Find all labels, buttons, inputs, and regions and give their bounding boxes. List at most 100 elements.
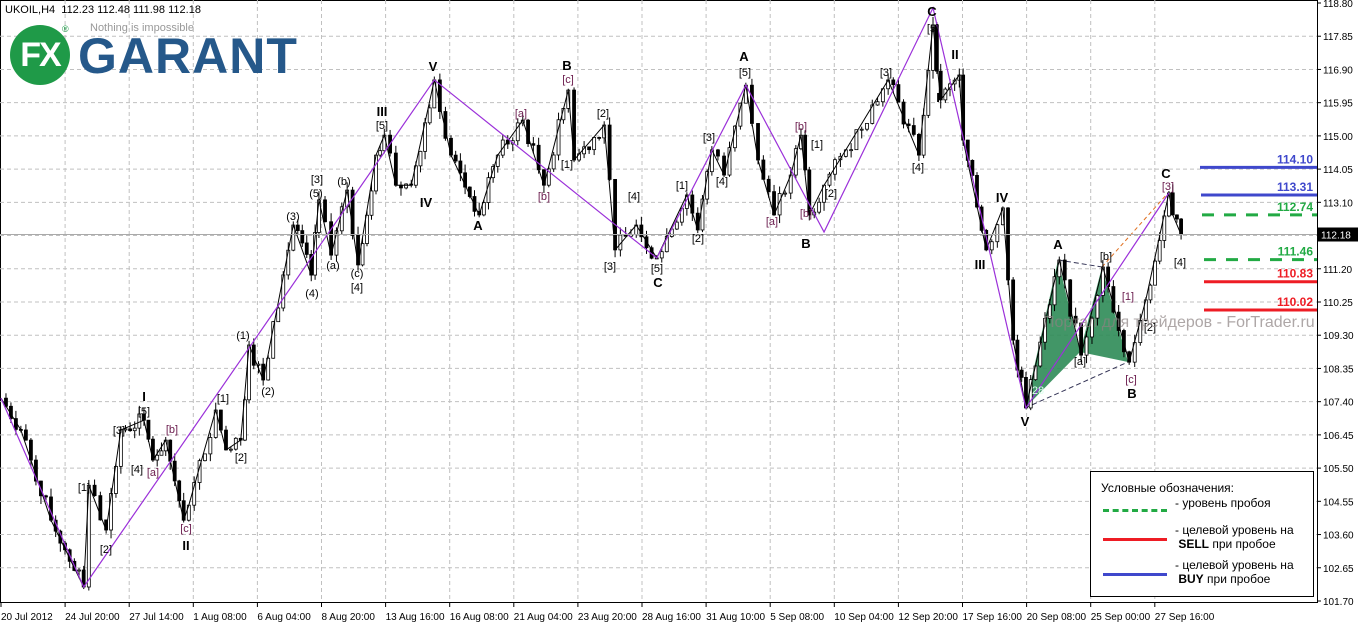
candle-body — [44, 495, 48, 498]
candle-body — [989, 241, 994, 251]
candle-body — [865, 122, 869, 130]
wave-label-major: II — [182, 538, 189, 553]
legend-text: - целевой уровень на — [1175, 523, 1294, 537]
candle-body — [229, 448, 233, 451]
x-tick-label: 20 Jul 2012 — [1, 612, 53, 623]
y-tick-label: 109.30 — [1323, 331, 1354, 342]
fx-logo-mark: FX — [10, 25, 70, 85]
x-tick-label: 17 Sep 16:00 — [963, 612, 1023, 623]
wave-label-major: C — [1161, 166, 1171, 181]
wave-label-minor: [3] — [1162, 181, 1174, 193]
wave-label-minor: [c] — [1125, 374, 1137, 386]
legend-bold: SELL — [1178, 537, 1210, 551]
candle-body — [592, 137, 597, 151]
chart-header: UKOIL,H4 112.23 112.48 111.98 112.18 — [5, 4, 201, 16]
candle-body — [1084, 336, 1089, 356]
logo-brand: GARANT — [78, 28, 298, 84]
wave-label-minor: [4] — [131, 464, 143, 476]
wave-label-major: I — [142, 389, 146, 404]
candle-body — [1148, 284, 1153, 301]
legend-text: при пробое — [1209, 537, 1276, 551]
wave-label-minor: [a] — [515, 108, 527, 120]
candle-body — [531, 143, 536, 146]
wave-label-minor: [1] — [78, 482, 90, 494]
wave-label-minor: (1) — [236, 330, 249, 342]
fxgarant-logo: FX ® Nothing is impossible GARANT — [10, 20, 297, 90]
level-label: 110.02 — [1277, 295, 1313, 309]
candle-body — [378, 150, 383, 156]
candle-body — [817, 201, 822, 213]
wave-label-minor: [3] — [880, 67, 892, 79]
y-tick-label: 113.10 — [1323, 198, 1353, 209]
x-tick-label: 25 Sep 00:00 — [1091, 612, 1151, 623]
candle-body — [23, 429, 28, 441]
y-tick-label: 101.70 — [1323, 597, 1354, 608]
wave-label-minor: [1] — [676, 180, 688, 192]
candle-body — [896, 84, 901, 103]
candle-body — [551, 154, 556, 170]
candle-body — [674, 221, 679, 230]
y-tick-label: 111.20 — [1323, 265, 1353, 276]
y-tick-label: 118.80 — [1323, 0, 1353, 10]
wave-label-minor: [1] — [811, 139, 823, 151]
y-tick-label: 104.55 — [1323, 497, 1354, 508]
x-tick-label: 12 Sep 20:00 — [898, 612, 958, 623]
legend-text: при пробое — [1203, 572, 1271, 586]
wave-label-minor: (4) — [305, 288, 318, 300]
candle-body — [300, 230, 305, 244]
wave-label-major: A — [473, 218, 483, 233]
legend-text: - уровень пробоя — [1175, 496, 1271, 510]
wave-label-major: B — [801, 236, 810, 251]
candle-body — [911, 125, 916, 135]
wave-label-minor: [b] — [166, 424, 178, 436]
wave-label-major: A — [1053, 237, 1063, 252]
candle-body — [849, 149, 854, 152]
blue-line-icon — [1103, 573, 1167, 576]
candle-body — [1033, 365, 1038, 381]
y-tick-label: 107.40 — [1323, 398, 1354, 409]
legend-bold: BUY — [1178, 572, 1204, 586]
y-tick-label: 115.00 — [1323, 132, 1353, 143]
candle-body — [1153, 260, 1157, 286]
candle-body — [404, 183, 409, 189]
wave-label-minor: [2] — [597, 108, 609, 120]
candle-body — [766, 178, 771, 193]
x-tick-label: 16 Aug 08:00 — [450, 612, 509, 623]
x-tick-label: 27 Jul 14:00 — [129, 612, 184, 623]
ohlc-values: 112.23 112.48 111.98 112.18 — [61, 4, 201, 16]
y-tick-label: 103.60 — [1323, 531, 1354, 542]
wave-label-minor: (2) — [261, 386, 274, 398]
level-label: 110.83 — [1277, 267, 1313, 281]
registered-mark: ® — [62, 24, 69, 34]
x-tick-label: 5 Sep 08:00 — [770, 612, 824, 623]
wave-label-minor: (b) — [337, 176, 350, 188]
wave-label-minor: [4] — [351, 282, 363, 294]
red-line-icon — [1103, 538, 1167, 541]
wave-trend-line — [0, 6, 1170, 589]
wave-label-minor: (5) — [309, 188, 322, 200]
y-tick-label: 102.65 — [1323, 564, 1354, 575]
candle-body — [597, 137, 602, 139]
wave-label-minor: [3] — [311, 174, 323, 186]
wave-label-minor: [b] — [795, 121, 807, 133]
candle-body — [1019, 369, 1024, 378]
candle-body — [203, 453, 207, 462]
candle-body — [1157, 240, 1162, 262]
x-tick-label: 20 Sep 08:00 — [1027, 612, 1087, 623]
candle-body — [995, 224, 1000, 243]
wave-label-minor: [3] — [604, 261, 616, 273]
y-tick-label: 106.45 — [1323, 431, 1354, 442]
y-tick-label: 116.90 — [1323, 65, 1353, 76]
candle-body — [323, 199, 327, 223]
candle-body — [155, 454, 160, 461]
candle-body — [875, 101, 880, 106]
watermark: Портал для трейдеров - ForTrader.ru — [1043, 314, 1315, 331]
candle-body — [906, 123, 911, 126]
wave-label-minor: [b] — [538, 191, 550, 203]
wave-label-minor: [5] — [138, 406, 150, 418]
x-tick-label: 8 Aug 20:00 — [322, 612, 376, 623]
candle-body — [295, 224, 300, 231]
candle-body — [128, 428, 132, 432]
wave-label-major: II — [951, 47, 958, 62]
candle-body — [587, 146, 592, 151]
